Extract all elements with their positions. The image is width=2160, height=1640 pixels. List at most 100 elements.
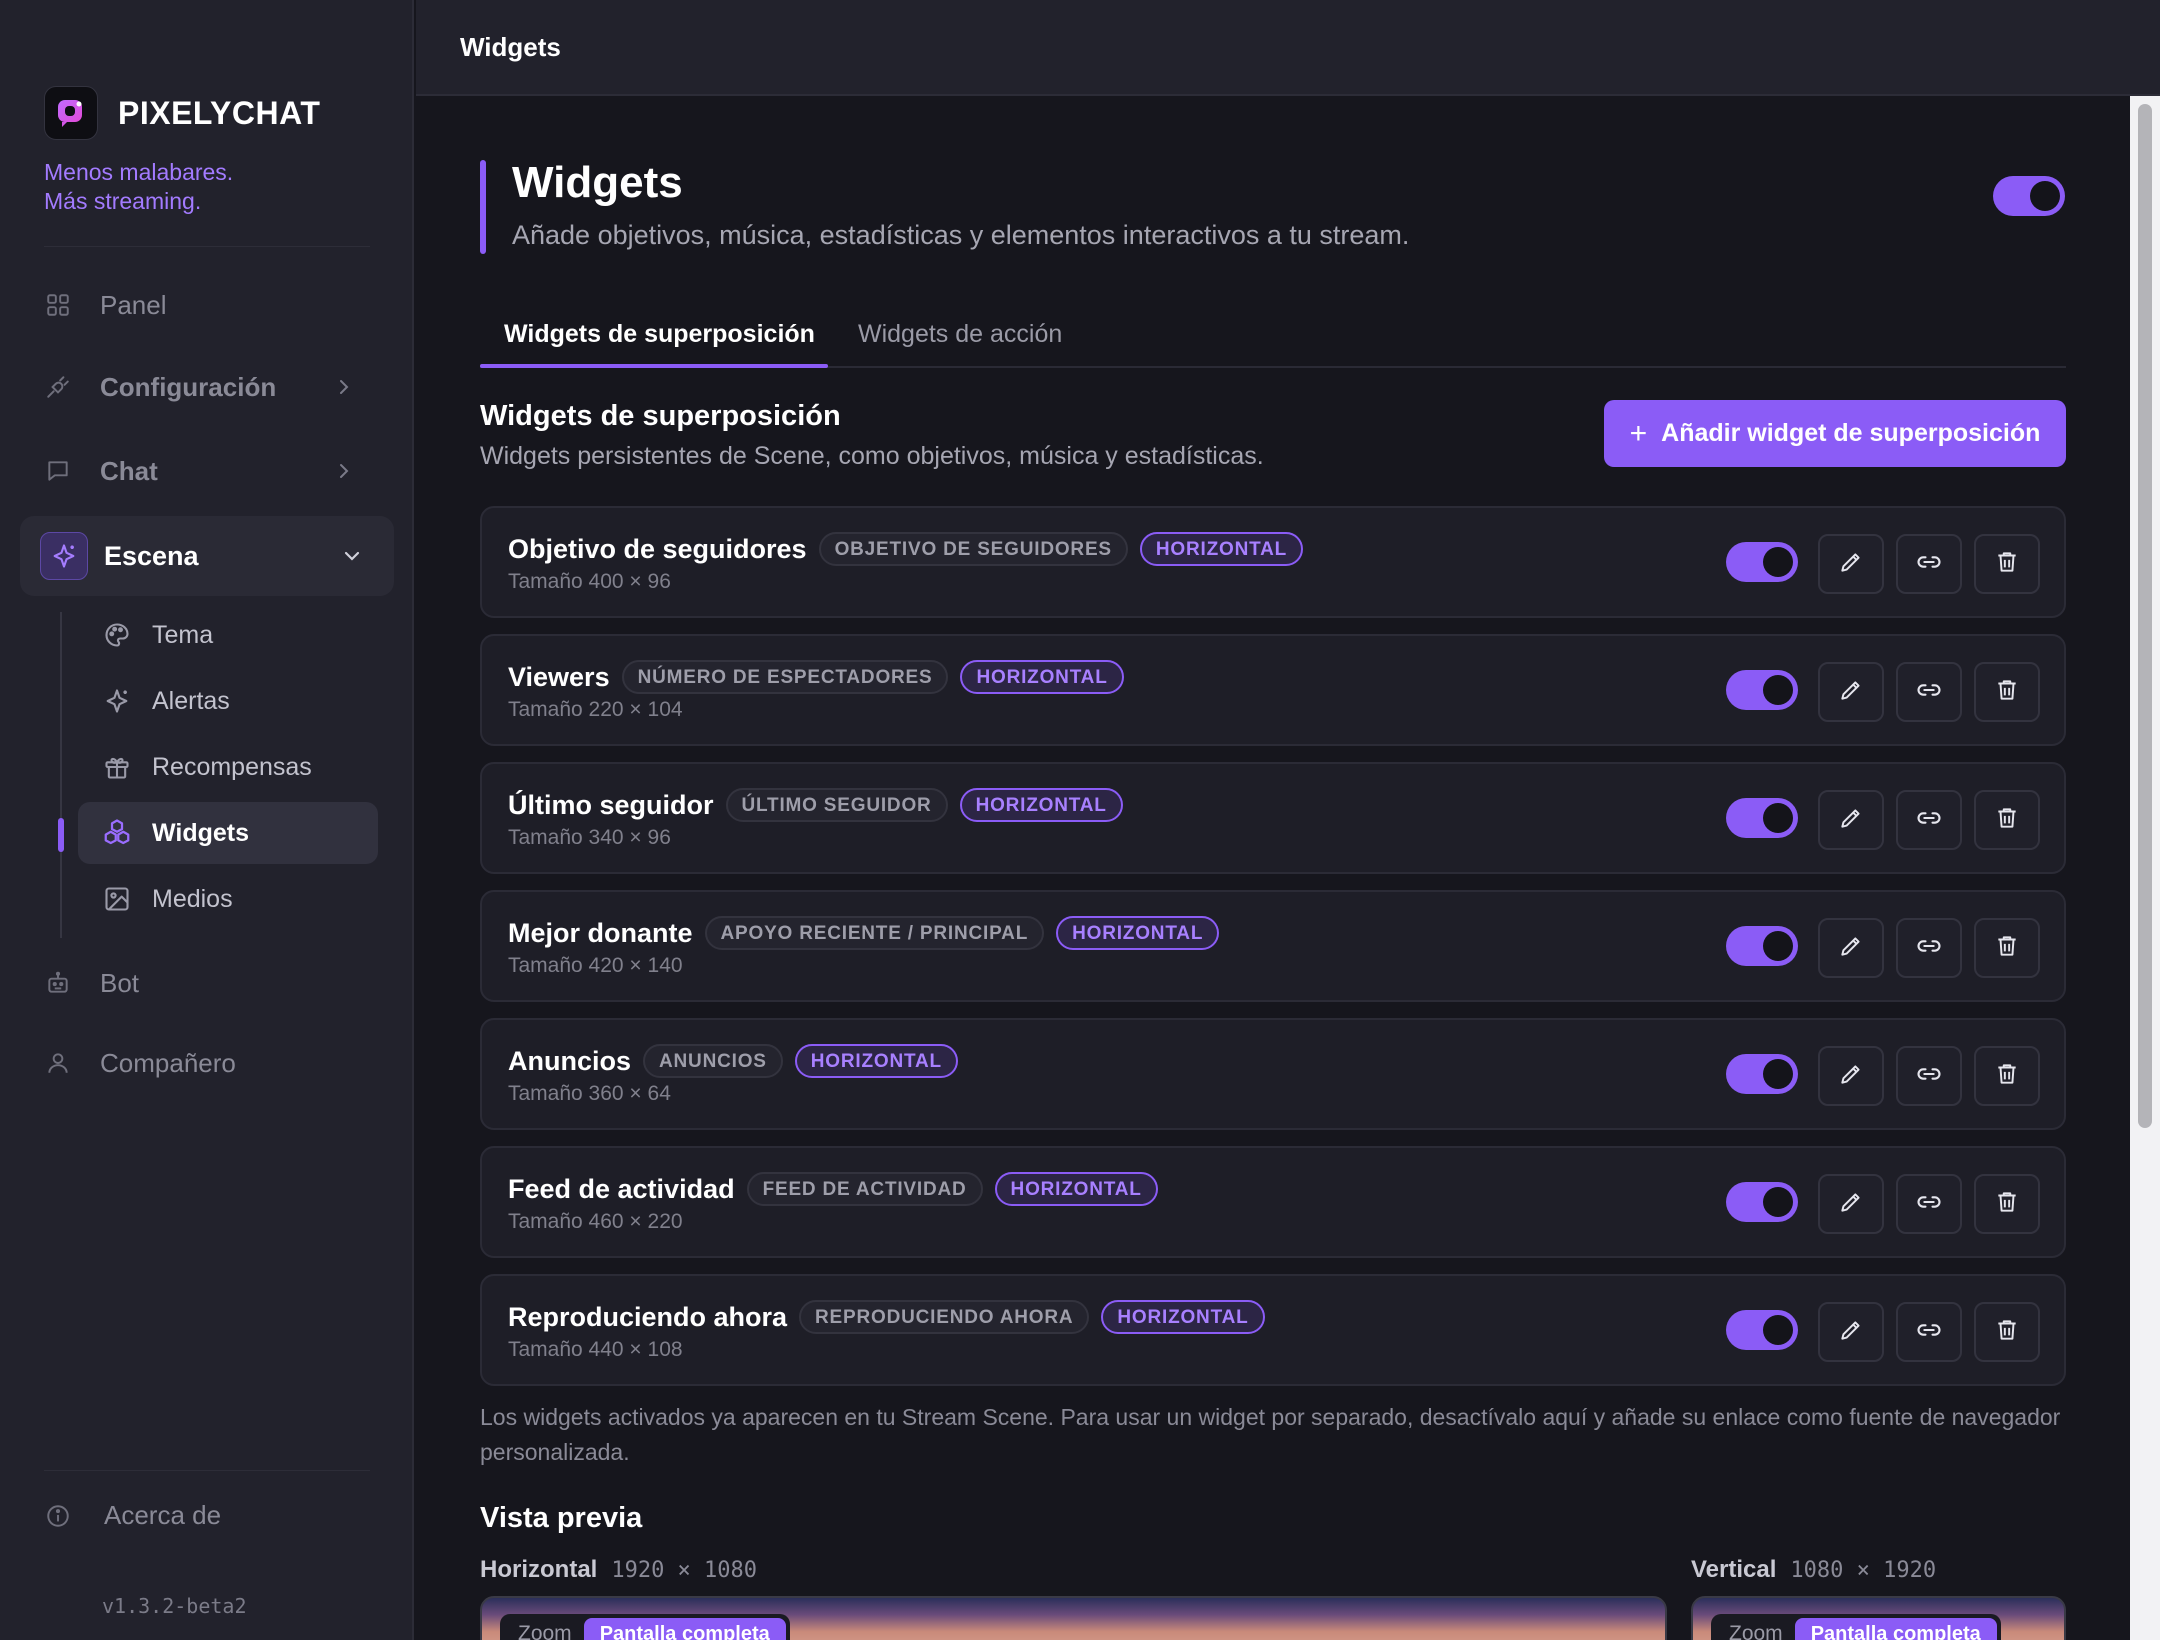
scrollbar-thumb[interactable] [2138, 104, 2152, 1128]
widget-size: Tamaño 440 × 108 [508, 1338, 683, 1361]
toggle-knob [2030, 181, 2060, 211]
widget-enable-toggle[interactable] [1726, 926, 1798, 966]
nav-item-about[interactable]: Acerca de [44, 1500, 221, 1531]
tab-overlay-widgets[interactable]: Widgets de superposición [504, 320, 815, 349]
pencil-icon [1838, 1189, 1864, 1220]
edit-button[interactable] [1818, 534, 1884, 594]
fullscreen-button[interactable]: Pantalla completa [1794, 1618, 1997, 1640]
widget-card: Reproduciendo ahora REPRODUCIENDO AHORA HO… [480, 1274, 2066, 1386]
copy-link-button[interactable] [1896, 1302, 1962, 1362]
widget-orientation-badge: HORIZONTAL [994, 1172, 1158, 1206]
nav-item-escena[interactable]: Escena [20, 516, 394, 596]
widget-name-row: Feed de actividad FEED DE ACTIVIDAD HORIZO… [508, 1172, 1158, 1206]
widget-orientation-badge: HORIZONTAL [960, 660, 1124, 694]
toggle-knob [1763, 1187, 1793, 1217]
widget-enable-toggle[interactable] [1726, 1182, 1798, 1222]
edit-button[interactable] [1818, 662, 1884, 722]
nav-item-panel[interactable]: Panel [44, 277, 370, 333]
brand[interactable]: PIXELYCHAT [44, 86, 320, 140]
sidebar: PIXELYCHAT Menos malabares. Más streamin… [0, 0, 414, 1640]
sidebar-item-label: Alertas [152, 686, 230, 715]
nav-item-label: Configuración [100, 371, 277, 402]
user-icon [44, 1049, 72, 1077]
nav-item-bot[interactable]: Bot [44, 955, 370, 1011]
widget-name: Reproduciendo ahora [508, 1301, 788, 1332]
pencil-icon [1838, 549, 1864, 580]
tagline-line-1: Menos malabares. [44, 159, 234, 185]
add-button-label: Añadir widget de superposición [1661, 419, 2041, 447]
widgets-icon [102, 818, 132, 848]
pencil-icon [1838, 805, 1864, 836]
copy-link-button[interactable] [1896, 1174, 1962, 1234]
copy-link-button[interactable] [1896, 1046, 1962, 1106]
delete-button[interactable] [1974, 790, 2040, 850]
widget-name-row: Mejor donante APOYO RECIENTE / PRINCIPAL H… [508, 916, 1220, 950]
nav-item-label: Escena [104, 540, 199, 571]
edit-button[interactable] [1818, 1302, 1884, 1362]
palette-icon [102, 620, 132, 650]
submenu-line [60, 612, 62, 938]
copy-link-button[interactable] [1896, 918, 1962, 978]
widget-enable-toggle[interactable] [1726, 1310, 1798, 1350]
sparkle-icon [102, 686, 132, 716]
tab-action-widgets[interactable]: Widgets de acción [858, 320, 1062, 349]
sidebar-item-alertas[interactable]: Alertas [78, 670, 378, 732]
delete-button[interactable] [1974, 918, 2040, 978]
nav-item-chat[interactable]: Chat [44, 443, 370, 499]
copy-link-button[interactable] [1896, 534, 1962, 594]
active-marker [58, 818, 64, 852]
trash-icon [1994, 1317, 2020, 1348]
widget-type-badge: REPRODUCIENDO AHORA [799, 1300, 1090, 1334]
plug-icon [44, 373, 72, 401]
widget-size: Tamaño 420 × 140 [508, 954, 683, 977]
zoom-button[interactable]: Zoom [518, 1622, 572, 1640]
sidebar-item-widgets[interactable]: Widgets [78, 802, 378, 864]
sidebar-item-medios[interactable]: Medios [78, 868, 378, 930]
edit-button[interactable] [1818, 790, 1884, 850]
delete-button[interactable] [1974, 1302, 2040, 1362]
edit-button[interactable] [1818, 1046, 1884, 1106]
preview-title: Vista previa [480, 1502, 643, 1534]
widget-enable-toggle[interactable] [1726, 798, 1798, 838]
widget-type-badge: FEED DE ACTIVIDAD [746, 1172, 983, 1206]
info-note: Los widgets activados ya aparecen en tu … [480, 1404, 2061, 1465]
widget-enable-toggle[interactable] [1726, 670, 1798, 710]
delete-button[interactable] [1974, 534, 2040, 594]
preview-vertical-frame[interactable]: Zoom Pantalla completa [1691, 1596, 2066, 1640]
widget-orientation-badge: HORIZONTAL [1056, 916, 1220, 950]
copy-link-button[interactable] [1896, 790, 1962, 850]
nav-item-configuracion[interactable]: Configuración [44, 359, 370, 415]
preview-dimensions: 1080 × 1920 [1790, 1558, 1937, 1583]
edit-button[interactable] [1818, 1174, 1884, 1234]
sidebar-item-recompensas[interactable]: Recompensas [78, 736, 378, 798]
widget-size: Tamaño 460 × 220 [508, 1210, 683, 1233]
active-tab-indicator [480, 364, 828, 368]
tab-bar: Widgets de superposición Widgets de acci… [480, 306, 2066, 368]
widget-name: Mejor donante [508, 917, 693, 948]
section-title: Widgets de superposición [480, 400, 841, 432]
page-subtitle: Añade objetivos, música, estadísticas y … [512, 220, 1410, 250]
preview-horizontal-frame[interactable]: Zoom Pantalla completa [480, 1596, 1667, 1640]
widgets-master-toggle[interactable] [1993, 176, 2065, 216]
add-overlay-widget-button[interactable]: + Añadir widget de superposición [1604, 400, 2066, 467]
copy-link-button[interactable] [1896, 662, 1962, 722]
chevron-right-icon [332, 375, 356, 406]
sidebar-item-tema[interactable]: Tema [78, 604, 378, 666]
edit-button[interactable] [1818, 918, 1884, 978]
link-icon [1915, 1060, 1943, 1093]
widget-enable-toggle[interactable] [1726, 542, 1798, 582]
widget-enable-toggle[interactable] [1726, 1054, 1798, 1094]
widget-orientation-badge: HORIZONTAL [1101, 1300, 1265, 1334]
page-title: Widgets [512, 158, 683, 207]
delete-button[interactable] [1974, 662, 2040, 722]
trash-icon [1994, 805, 2020, 836]
delete-button[interactable] [1974, 1174, 2040, 1234]
widget-orientation-badge: HORIZONTAL [959, 788, 1123, 822]
fullscreen-button[interactable]: Pantalla completa [583, 1618, 786, 1640]
delete-button[interactable] [1974, 1046, 2040, 1106]
toggle-knob [1763, 547, 1793, 577]
zoom-button[interactable]: Zoom [1729, 1622, 1783, 1640]
header-accent-bar [480, 160, 486, 254]
nav-item-companero[interactable]: Compañero [44, 1035, 370, 1091]
preview-controls: Zoom Pantalla completa [1711, 1614, 2001, 1640]
